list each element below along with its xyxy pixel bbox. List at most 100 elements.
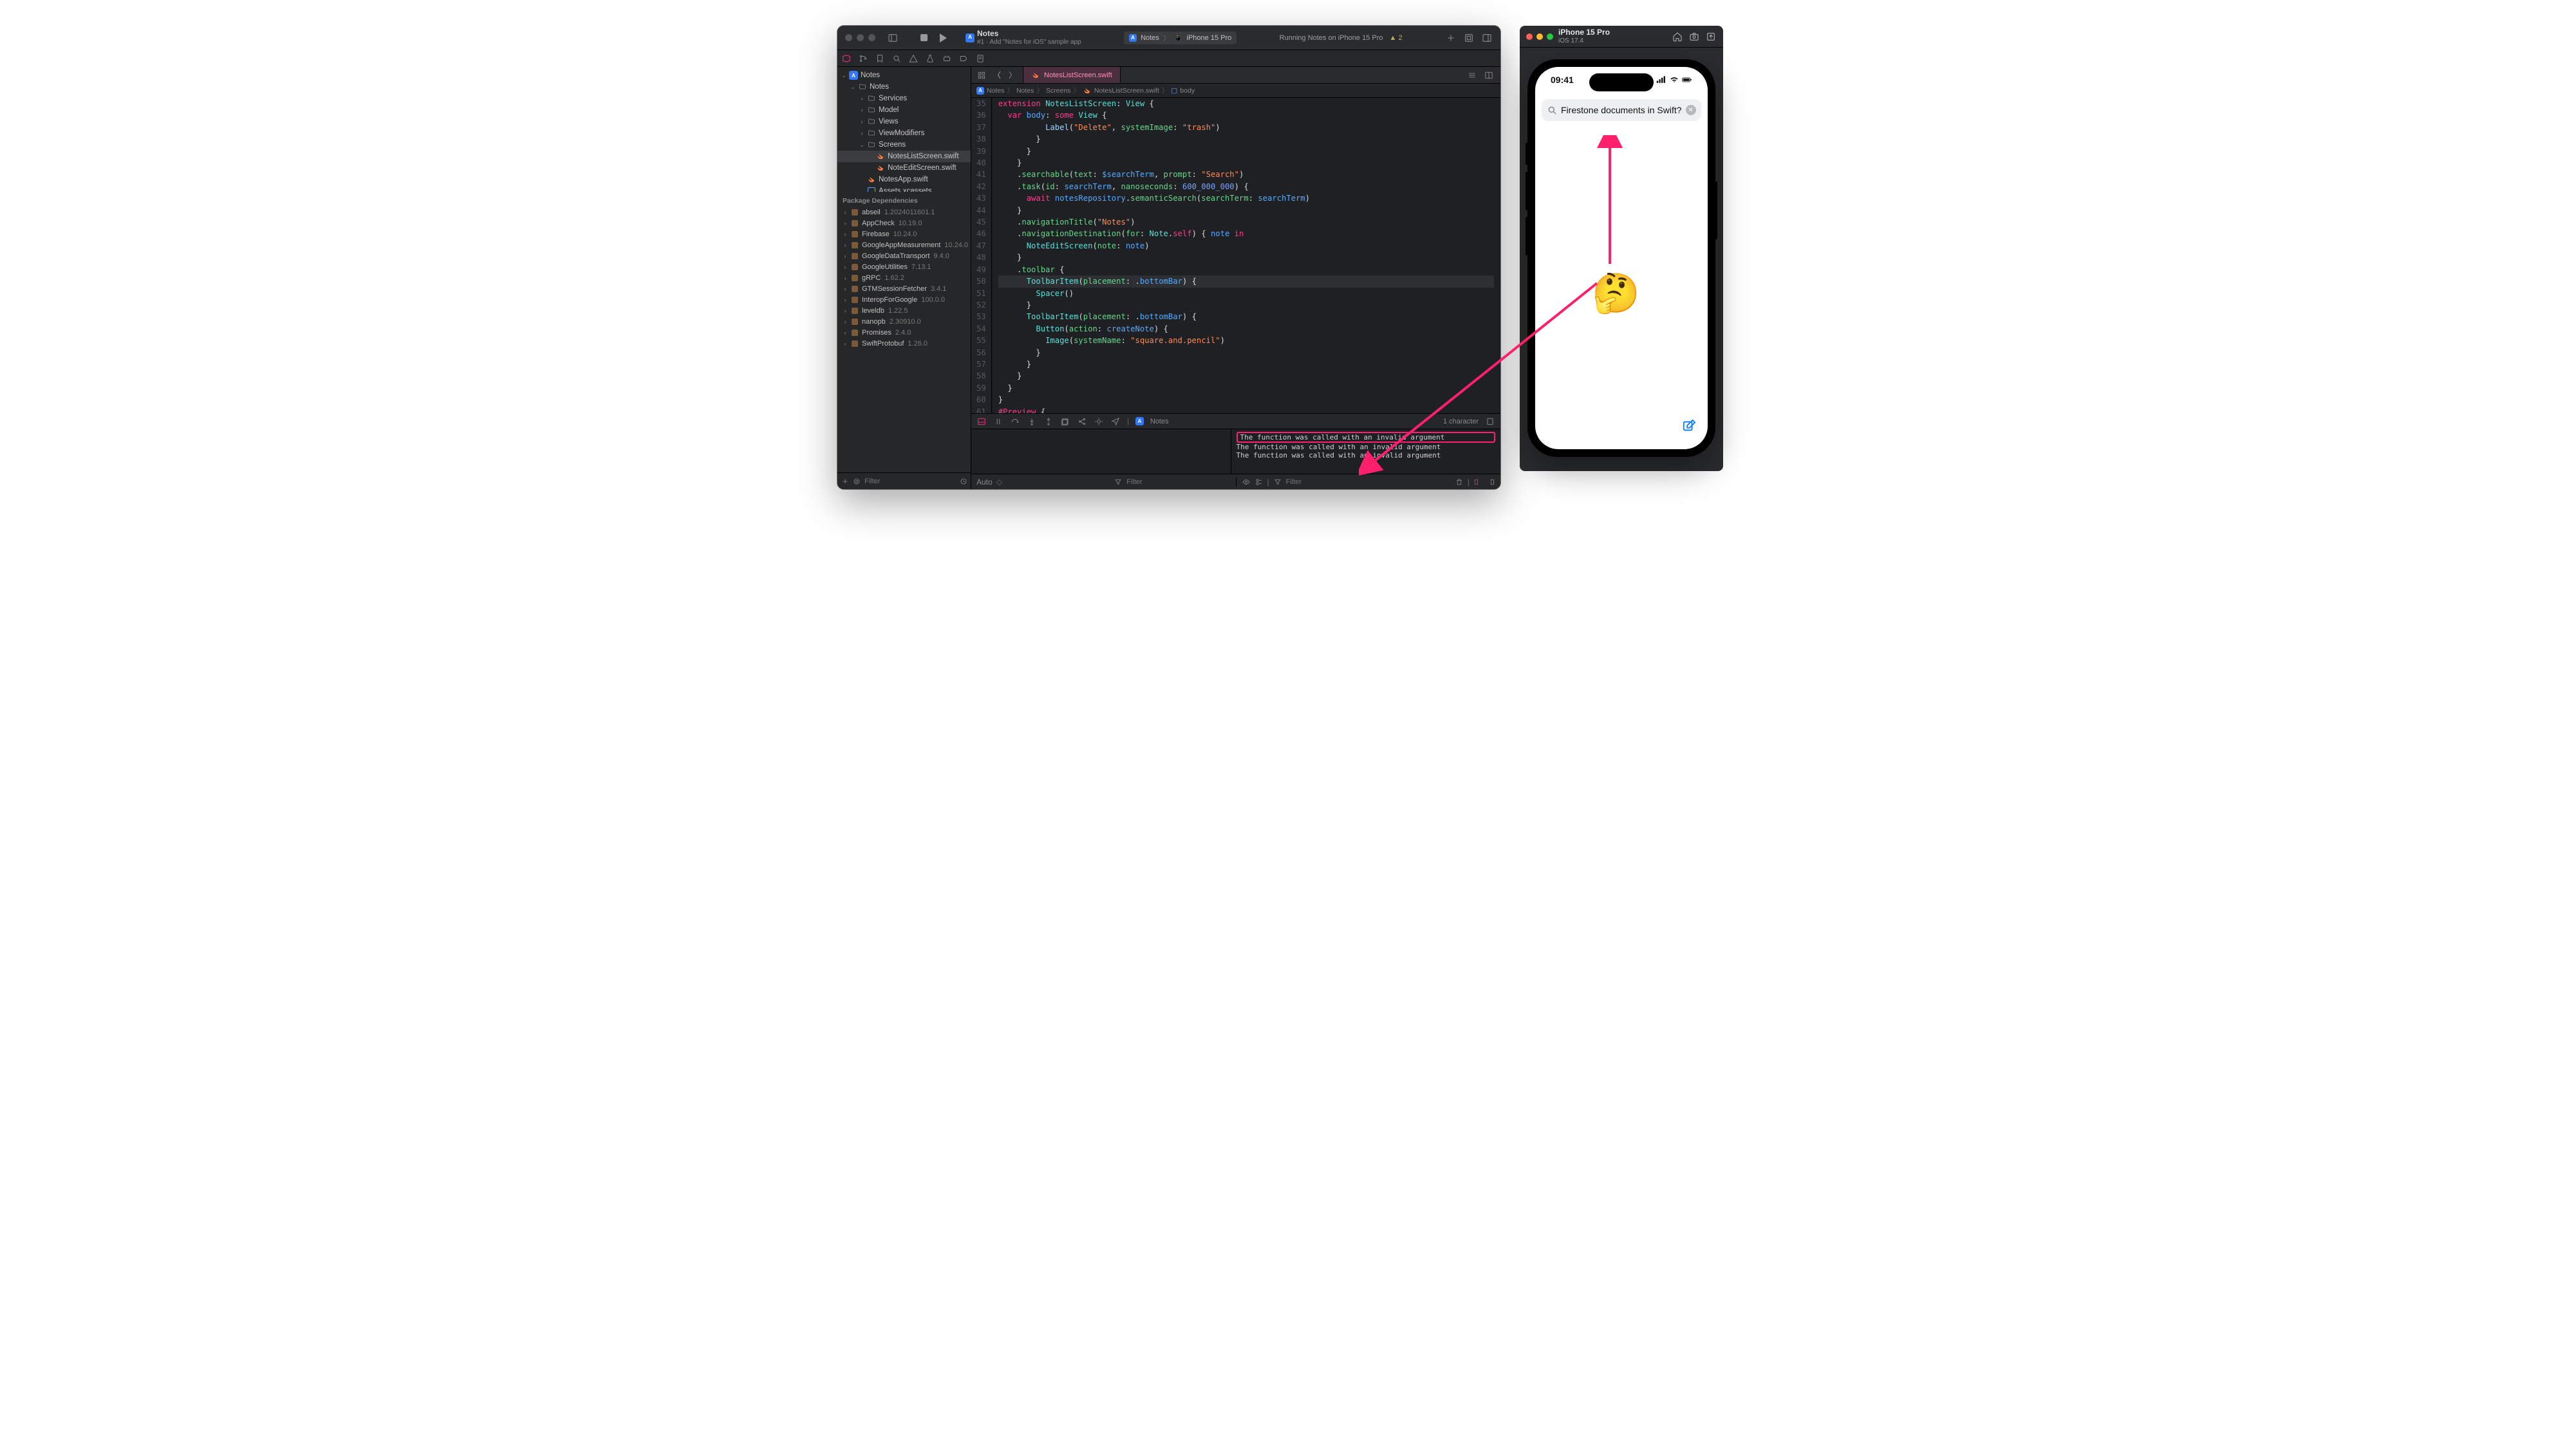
- console-view[interactable]: The function was called with an invalid …: [1231, 429, 1501, 474]
- bookmark-navigator-icon[interactable]: [875, 53, 885, 64]
- split-editor-icon[interactable]: [1484, 70, 1494, 80]
- project-tree[interactable]: ⌄Notes⌄Notes›Services›Model›Views›ViewMo…: [837, 67, 971, 192]
- package-row[interactable]: ›gRPC 1.62.2: [837, 273, 971, 284]
- step-into-icon[interactable]: [1027, 416, 1037, 427]
- project-navigator-icon[interactable]: [841, 53, 852, 64]
- console-filter-input[interactable]: [1286, 478, 1451, 486]
- jump-bar[interactable]: Notes〉 Notes〉 Screens〉 NotesListScreen.s…: [971, 84, 1500, 98]
- warning-badge[interactable]: ▲ 2: [1390, 34, 1403, 42]
- clear-search-icon[interactable]: ✕: [1686, 105, 1696, 115]
- tree-row[interactable]: NotesApp.swift: [837, 174, 971, 185]
- tree-row[interactable]: ›ViewModifiers: [837, 127, 971, 139]
- test-navigator-icon[interactable]: [925, 53, 935, 64]
- jump-bar-seg[interactable]: Notes: [1016, 87, 1034, 95]
- location-icon[interactable]: [1110, 416, 1121, 427]
- environment-override-icon[interactable]: [1094, 416, 1104, 427]
- upload-button[interactable]: [1705, 31, 1717, 42]
- filter-recent-icon[interactable]: [960, 477, 967, 486]
- minimize-dot[interactable]: [857, 34, 864, 41]
- related-items-icon[interactable]: [976, 70, 987, 80]
- package-row[interactable]: ›AppCheck 10.19.0: [837, 218, 971, 229]
- report-navigator-icon[interactable]: [975, 53, 985, 64]
- add-target-icon[interactable]: [841, 477, 849, 486]
- sim-traffic-lights[interactable]: [1526, 33, 1553, 40]
- stop-button[interactable]: [918, 32, 929, 44]
- filter-icon[interactable]: [1114, 478, 1123, 487]
- breakpoint-navigator-icon[interactable]: [958, 53, 969, 64]
- package-row[interactable]: ›GoogleAppMeasurement 10.24.0: [837, 240, 971, 251]
- editor-tab[interactable]: NotesListScreen.swift: [1023, 67, 1121, 83]
- editor-options-icon[interactable]: [1467, 70, 1477, 80]
- close-dot[interactable]: [1526, 33, 1533, 40]
- add-button[interactable]: [1445, 32, 1457, 44]
- issue-navigator-icon[interactable]: [908, 53, 919, 64]
- toggle-debug-area-icon[interactable]: [976, 416, 987, 427]
- nav-back-icon[interactable]: 〈: [992, 70, 1002, 80]
- show-console-icon[interactable]: [1486, 478, 1495, 487]
- run-button[interactable]: [936, 32, 947, 44]
- debug-target[interactable]: Notes: [1150, 418, 1169, 425]
- tree-row[interactable]: ⌄Screens: [837, 139, 971, 151]
- memory-graph-icon[interactable]: [1077, 416, 1087, 427]
- nav-forward-icon[interactable]: 〉: [1007, 70, 1018, 80]
- step-out-icon[interactable]: [1043, 416, 1054, 427]
- compose-button[interactable]: [1682, 419, 1696, 435]
- step-over-icon[interactable]: [1010, 416, 1020, 427]
- warning-icon: ▲: [1390, 34, 1397, 42]
- find-navigator-icon[interactable]: [891, 53, 902, 64]
- package-row[interactable]: ›SwiftProtobuf 1.26.0: [837, 339, 971, 349]
- scheme-selector[interactable]: Notes #1 · Add "Notes for iOS" sample ap…: [966, 30, 1081, 45]
- jump-bar-seg[interactable]: Screens: [1046, 87, 1071, 95]
- target-chip[interactable]: Notes 〉 📱 iPhone 15 Pro: [1124, 32, 1237, 44]
- source-control-navigator-icon[interactable]: [858, 53, 868, 64]
- navigator-filter-input[interactable]: [864, 478, 956, 485]
- package-row[interactable]: ›GTMSessionFetcher 3.4.1: [837, 284, 971, 295]
- show-vars-icon[interactable]: [1473, 478, 1482, 487]
- eye-icon[interactable]: [1242, 478, 1251, 487]
- package-row[interactable]: ›leveldb 1.22.5: [837, 306, 971, 317]
- view-debug-icon[interactable]: [1060, 416, 1070, 427]
- home-button[interactable]: [1672, 31, 1683, 42]
- pause-continue-icon[interactable]: [993, 416, 1003, 427]
- package-row[interactable]: ›GoogleDataTransport 9.4.0: [837, 251, 971, 262]
- window-traffic-lights[interactable]: [845, 34, 875, 41]
- metadata-icon[interactable]: [1255, 478, 1264, 487]
- variables-view[interactable]: [971, 429, 1231, 474]
- debug-navigator-icon[interactable]: [942, 53, 952, 64]
- package-row[interactable]: ›GoogleUtilities 7.13.1: [837, 262, 971, 273]
- minimize-dot[interactable]: [1536, 33, 1543, 40]
- library-button[interactable]: [1463, 32, 1475, 44]
- jump-bar-seg[interactable]: Notes: [987, 87, 1004, 95]
- tree-row[interactable]: ›Services: [837, 93, 971, 104]
- trash-icon[interactable]: [1455, 478, 1464, 487]
- jump-bar-seg[interactable]: NotesListScreen.swift: [1094, 87, 1159, 95]
- package-row[interactable]: ›nanopb 2.30910.0: [837, 317, 971, 328]
- jump-bar-seg[interactable]: body: [1180, 87, 1195, 95]
- package-row[interactable]: ›InteropForGoogle 100.0.0: [837, 295, 971, 306]
- tree-row[interactable]: ›Model: [837, 104, 971, 116]
- zoom-dot[interactable]: [1547, 33, 1553, 40]
- tree-row[interactable]: ›Views: [837, 116, 971, 127]
- tree-row[interactable]: Assets.xcassets: [837, 185, 971, 192]
- tree-row[interactable]: ⌄Notes: [837, 81, 971, 93]
- ios-search-field[interactable]: Firestone documents in Swift? ✕: [1542, 99, 1701, 121]
- package-row[interactable]: ›Promises 2.4.0: [837, 328, 971, 339]
- code-editor[interactable]: 3536373839404142434445464748495051525354…: [971, 98, 1500, 413]
- auto-scope[interactable]: Auto: [976, 478, 993, 487]
- tree-row[interactable]: ⌄Notes: [837, 70, 971, 81]
- iphone-screen[interactable]: 09:41 Firestone documents in Swift? ✕: [1535, 67, 1708, 449]
- toggle-inspector-icon[interactable]: [1481, 32, 1493, 44]
- filter-scope-icon[interactable]: [853, 477, 861, 486]
- vars-filter-input[interactable]: [1126, 478, 1230, 486]
- tree-row-selected[interactable]: NotesListScreen.swift: [837, 151, 971, 162]
- toggle-navigator-icon[interactable]: [887, 32, 899, 44]
- close-dot[interactable]: [845, 34, 852, 41]
- package-row[interactable]: ›abseil 1.2024011601.1: [837, 207, 971, 218]
- package-row[interactable]: ›Firebase 10.24.0: [837, 229, 971, 240]
- zoom-dot[interactable]: [868, 34, 875, 41]
- project-navigator: ⌄Notes⌄Notes›Services›Model›Views›ViewMo…: [837, 67, 971, 489]
- minimap-icon[interactable]: [1485, 416, 1495, 427]
- filter-icon[interactable]: [1273, 478, 1282, 487]
- screenshot-button[interactable]: [1688, 31, 1700, 42]
- tree-row[interactable]: NoteEditScreen.swift: [837, 162, 971, 174]
